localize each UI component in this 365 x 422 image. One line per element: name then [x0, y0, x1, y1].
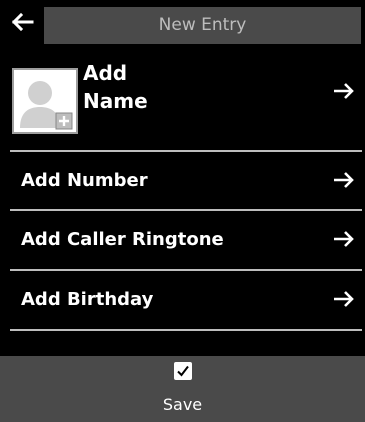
title-bar: New Entry	[44, 7, 361, 44]
save-button[interactable]: Save	[0, 356, 365, 422]
add-name-label: Add Name	[83, 59, 148, 115]
back-button[interactable]	[0, 0, 44, 46]
arrow-left-icon	[11, 12, 34, 32]
add-name-row[interactable]: Add Name	[0, 58, 365, 150]
add-number-row[interactable]: Add Number	[0, 152, 365, 209]
phone-screen: New Entry Add Name Add Number Add Caller…	[0, 0, 365, 422]
add-name-line1: Add	[83, 61, 128, 85]
page-title: New Entry	[158, 15, 247, 35]
divider	[10, 329, 362, 331]
header: New Entry	[0, 0, 365, 46]
add-birthday-label: Add Birthday	[21, 289, 154, 310]
add-name-line2: Name	[83, 89, 148, 113]
add-birthday-row[interactable]: Add Birthday	[0, 271, 365, 329]
contact-avatar-add-icon[interactable]	[12, 68, 78, 134]
arrow-right-icon[interactable]	[333, 290, 355, 308]
person-silhouette-icon	[20, 81, 73, 130]
checkmark-icon	[174, 362, 192, 380]
save-label: Save	[162, 395, 203, 414]
arrow-right-icon[interactable]	[333, 171, 355, 189]
arrow-right-icon[interactable]	[333, 82, 355, 100]
check-glyph	[177, 365, 189, 377]
add-number-label: Add Number	[21, 170, 148, 191]
add-caller-ringtone-label: Add Caller Ringtone	[21, 229, 224, 250]
arrow-right-icon[interactable]	[333, 230, 355, 248]
add-caller-ringtone-row[interactable]: Add Caller Ringtone	[0, 211, 365, 269]
